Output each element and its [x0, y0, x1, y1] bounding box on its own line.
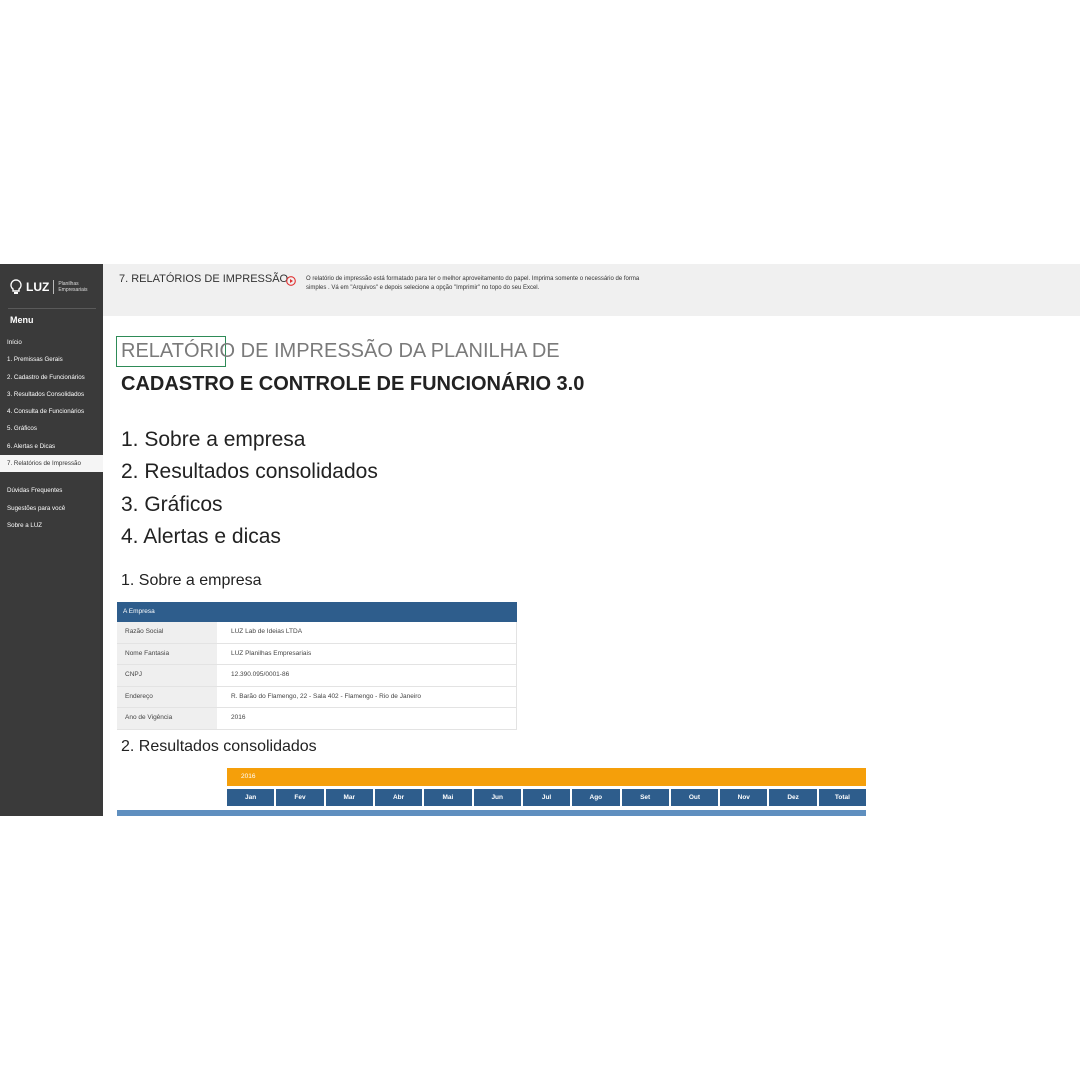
total-header: Total — [818, 789, 867, 806]
sidebar-item-inicio[interactable]: Início — [0, 334, 103, 351]
sidebar-item-duvidas-frequentes[interactable]: Dúvidas Frequentes — [0, 482, 103, 499]
menu-list: Início 1. Premissas Gerais 2. Cadastro d… — [0, 334, 103, 534]
toc-item: 2. Resultados consolidados — [121, 460, 378, 484]
results-table: 2016 Jan Fev Mar Abr Mai Jun Jul Ago Set… — [227, 768, 867, 806]
sidebar-item-premissas-gerais[interactable]: 1. Premissas Gerais — [0, 351, 103, 368]
month-header: Jun — [473, 789, 521, 806]
section-title-resultados: 2. Resultados consolidados — [121, 738, 317, 755]
month-header: Jan — [227, 789, 275, 806]
sidebar-item-sobre-luz[interactable]: Sobre a LUZ — [0, 517, 103, 534]
logo-name: LUZ — [26, 280, 50, 294]
sidebar-item-graficos[interactable]: 5. Gráficos — [0, 420, 103, 437]
table-row: Ano de Vigência 2016 — [117, 708, 517, 730]
sidebar-item-cadastro-funcionarios[interactable]: 2. Cadastro de Funcionários — [0, 369, 103, 386]
row-label: CNPJ — [117, 665, 217, 686]
sidebar-item-resultados-consolidados[interactable]: 3. Resultados Consolidados — [0, 386, 103, 403]
year-header: 2016 — [227, 768, 866, 786]
row-value: R. Barão do Flamengo, 22 - Sala 402 - Fl… — [225, 686, 517, 708]
table-of-contents: 1. Sobre a empresa 2. Resultados consoli… — [121, 424, 378, 554]
report-title-line2: CADASTRO E CONTROLE DE FUNCIONÁRIO 3.0 — [121, 373, 585, 395]
month-header: Mai — [424, 789, 472, 806]
toc-item: 4. Alertas e dicas — [121, 525, 281, 549]
page-title: 7. RELATÓRIOS DE IMPRESSÃO — [119, 273, 289, 285]
table-bottom-bar — [117, 810, 866, 816]
sidebar-item-alertas-dicas[interactable]: 6. Alertas e Dicas — [0, 438, 103, 455]
month-header: Abr — [374, 789, 423, 806]
menu-gap — [0, 472, 103, 482]
logo-separator — [53, 280, 55, 294]
sidebar-item-consulta-funcionarios[interactable]: 4. Consulta de Funcionários — [0, 403, 103, 420]
month-header: Mar — [325, 789, 373, 806]
app-window: LUZ Planilhas Empresariais Menu Início 1… — [0, 264, 1080, 816]
month-header: Set — [621, 789, 669, 806]
sidebar-item-relatorios-impressao[interactable]: 7. Relatórios de Impressão — [0, 455, 103, 473]
toc-item: 1. Sobre a empresa — [121, 428, 306, 451]
row-label: Endereço — [117, 686, 217, 708]
row-value: LUZ Planilhas Empresariais — [225, 643, 517, 665]
table-row: CNPJ 12.390.095/0001-86 — [117, 665, 517, 687]
month-header: Dez — [769, 789, 817, 806]
toc-item: 3. Gráficos — [121, 492, 223, 516]
table-row: Endereço R. Barão do Flamengo, 22 - Sala… — [117, 686, 517, 709]
row-value: LUZ Lab de Ideias LTDA — [225, 622, 517, 643]
month-header: Jul — [522, 789, 571, 806]
table-row: Razão Social LUZ Lab de Ideias LTDA — [117, 622, 517, 644]
month-header: Nov — [720, 789, 768, 806]
info-text: O relatório de impressão está formatado … — [306, 276, 640, 291]
sidebar-divider — [8, 308, 96, 309]
month-header: Ago — [572, 789, 620, 806]
table-row: Nome Fantasia LUZ Planilhas Empresariais — [117, 643, 517, 666]
months-header-row: Jan Fev Mar Abr Mai Jun Jul Ago Set Out … — [227, 789, 867, 806]
section-title-empresa: 1. Sobre a empresa — [121, 572, 262, 589]
month-header: Fev — [276, 789, 324, 806]
lightbulb-icon — [10, 279, 22, 295]
row-label: Razão Social — [117, 622, 217, 643]
logo-subtitle: Planilhas Empresariais — [58, 281, 88, 293]
company-table-header: A Empresa — [117, 602, 517, 622]
luz-logo: LUZ Planilhas Empresariais — [10, 274, 94, 300]
row-value: 12.390.095/0001-86 — [225, 665, 517, 686]
sidebar: LUZ Planilhas Empresariais Menu Início 1… — [0, 264, 103, 816]
company-table: A Empresa Razão Social LUZ Lab de Ideias… — [117, 602, 517, 730]
row-label: Ano de Vigência — [117, 708, 217, 729]
report-title-line1: RELATÓRIO DE IMPRESSÃO DA PLANILHA DE — [121, 340, 560, 362]
row-value: 2016 — [225, 708, 517, 729]
month-header: Out — [670, 789, 719, 806]
row-label: Nome Fantasia — [117, 643, 217, 665]
top-header: 7. RELATÓRIOS DE IMPRESSÃO O relatório d… — [103, 264, 1080, 316]
menu-title: Menu — [10, 315, 34, 325]
sidebar-item-sugestoes[interactable]: Sugestões para você — [0, 500, 103, 517]
play-circle-icon[interactable] — [286, 273, 296, 286]
